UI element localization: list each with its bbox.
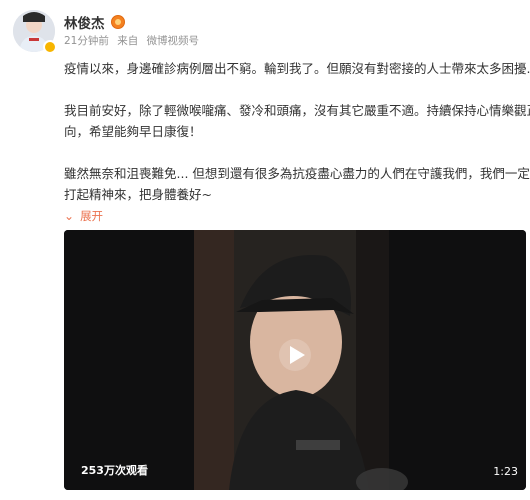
post-paragraph: 我目前安好，除了輕微喉嚨痛、發冷和頭痛，沒有其它嚴重不適。持續保持心情樂觀正: [64, 103, 530, 118]
post-source[interactable]: 微博视频号: [147, 35, 200, 47]
post-paragraph: 雖然無奈和沮喪難免... 但想到還有很多為抗疫盡心盡力的人們在守護我們，我們一定…: [64, 166, 530, 181]
play-button[interactable]: [278, 338, 312, 372]
play-icon: [279, 339, 311, 371]
expand-label: 展开: [80, 209, 104, 223]
vip-badge-icon: [110, 15, 125, 29]
expand-link[interactable]: ⌄ 展开: [64, 206, 526, 227]
post-time[interactable]: 21分钟前: [64, 35, 109, 47]
post-body: 疫情以來，身邊確診病例層出不窮。輪到我了。但願沒有對密接的人士帶來太多困擾...…: [64, 58, 530, 227]
post-paragraph: 疫情以來，身邊確診病例層出不窮。輪到我了。但願沒有對密接的人士帶來太多困擾...: [64, 61, 530, 76]
view-count: 253万次观看: [81, 464, 148, 477]
post-meta: 21分钟前 来自 微博视频号: [64, 33, 204, 48]
post-paragraph: 打起精神來，把身體養好~: [64, 187, 212, 202]
video-player[interactable]: 253万次观看 1:23: [64, 230, 526, 490]
source-prefix: 来自: [117, 35, 139, 47]
post-paragraph: 向，希望能夠早日康復！: [64, 124, 202, 139]
chevron-down-icon: ⌄: [64, 209, 75, 223]
video-duration: 1:23: [493, 465, 518, 478]
author-name[interactable]: 林俊杰: [64, 12, 105, 32]
verified-badge-icon: [43, 40, 57, 54]
